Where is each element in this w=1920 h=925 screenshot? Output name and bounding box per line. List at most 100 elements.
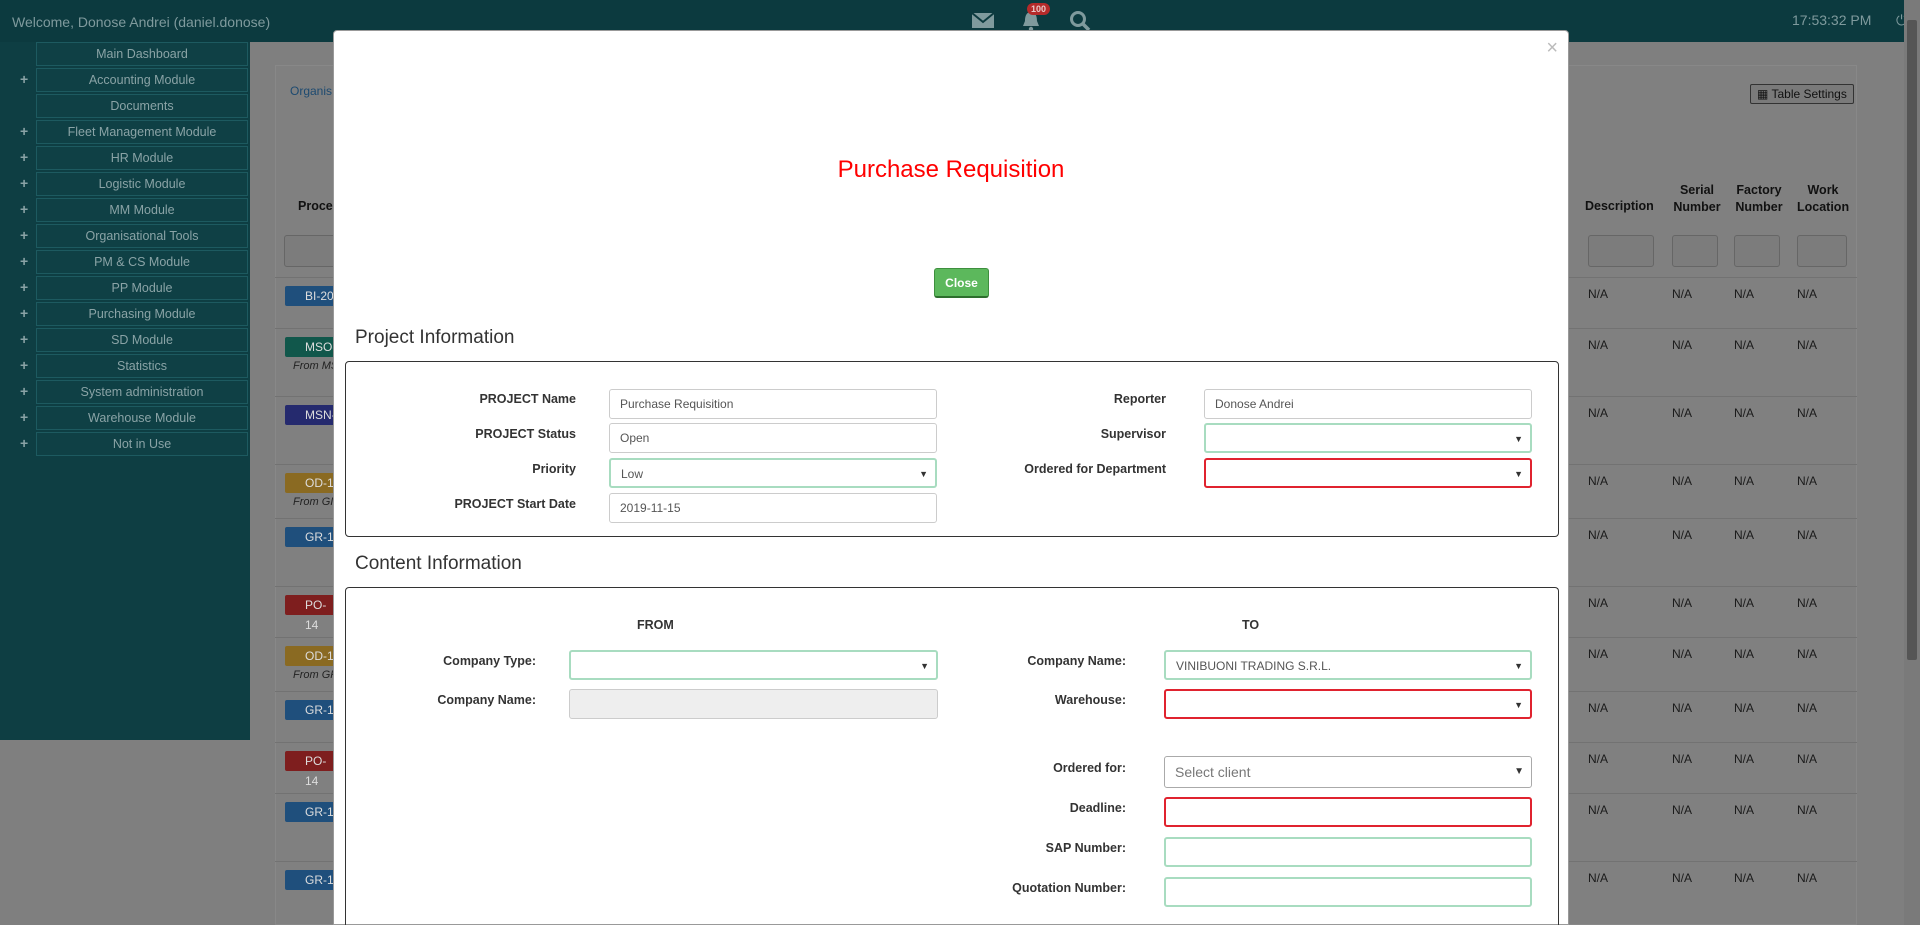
from-company-name-input[interactable] bbox=[569, 689, 938, 719]
filter-serial-number[interactable] bbox=[1672, 235, 1718, 267]
to-company-name-select[interactable]: VINIBUONI TRADING S.R.L. ▼ bbox=[1164, 650, 1532, 680]
process-tag[interactable]: GR-1 bbox=[285, 527, 337, 547]
project-status-label: PROJECT Status bbox=[475, 427, 576, 441]
table-settings-label: Table Settings bbox=[1771, 87, 1847, 101]
sidebar-item[interactable]: Not in Use bbox=[36, 432, 248, 456]
filter-work-location[interactable] bbox=[1797, 235, 1847, 267]
sidebar-item[interactable]: Fleet Management Module bbox=[36, 120, 248, 144]
project-name-input[interactable]: Purchase Requisition bbox=[609, 389, 937, 419]
sidebar-item[interactable]: Purchasing Module bbox=[36, 302, 248, 326]
project-status-input[interactable]: Open bbox=[609, 423, 937, 453]
process-tag[interactable]: MSN- bbox=[285, 405, 337, 425]
table-cell: N/A bbox=[1797, 647, 1818, 661]
expand-icon[interactable]: + bbox=[20, 305, 34, 321]
sidebar-item[interactable]: MM Module bbox=[36, 198, 248, 222]
sap-number-label: SAP Number: bbox=[1045, 841, 1126, 855]
table-cell: N/A bbox=[1588, 528, 1609, 542]
process-subtext: From GR bbox=[293, 669, 339, 681]
ordered-for-department-label: Ordered for Department bbox=[1024, 462, 1166, 476]
deadline-input[interactable] bbox=[1164, 797, 1532, 827]
sidebar-item[interactable]: Logistic Module bbox=[36, 172, 248, 196]
table-cell: N/A bbox=[1588, 871, 1609, 885]
ordered-for-department-select[interactable]: ▼ bbox=[1204, 458, 1532, 488]
sidebar-item[interactable]: System administration bbox=[36, 380, 248, 404]
table-cell: N/A bbox=[1588, 287, 1609, 301]
process-tag[interactable]: GR-1 bbox=[285, 870, 337, 890]
filter-description[interactable] bbox=[1588, 235, 1654, 267]
table-cell: N/A bbox=[1734, 596, 1755, 610]
expand-icon[interactable]: + bbox=[20, 383, 34, 399]
expand-icon[interactable]: + bbox=[20, 357, 34, 373]
table-cell: N/A bbox=[1588, 406, 1609, 420]
priority-select[interactable]: Low ▼ bbox=[609, 458, 937, 488]
ordered-for-label: Ordered for: bbox=[1053, 761, 1126, 775]
process-tag[interactable]: PO-14 bbox=[285, 595, 337, 632]
expand-icon[interactable]: + bbox=[20, 71, 34, 87]
project-information-fieldset: PROJECT Name Purchase Requisition PROJEC… bbox=[345, 361, 1559, 537]
project-information-title: Project Information bbox=[355, 327, 515, 348]
process-tag[interactable]: GR-1 bbox=[285, 802, 337, 822]
quotation-number-input[interactable] bbox=[1164, 877, 1532, 907]
sidebar-item[interactable]: SD Module bbox=[36, 328, 248, 352]
sidebar-item[interactable]: Documents bbox=[36, 94, 248, 118]
expand-icon[interactable]: + bbox=[20, 279, 34, 295]
expand-icon[interactable]: + bbox=[20, 149, 34, 165]
table-cell: N/A bbox=[1588, 647, 1609, 661]
sidebar-item[interactable]: Warehouse Module bbox=[36, 406, 248, 430]
expand-icon[interactable]: + bbox=[20, 331, 34, 347]
table-cell: N/A bbox=[1588, 803, 1609, 817]
table-cell: N/A bbox=[1797, 406, 1818, 420]
expand-icon[interactable]: + bbox=[20, 435, 34, 451]
process-tag[interactable]: GR-1 bbox=[285, 700, 337, 720]
sidebar-item[interactable]: PP Module bbox=[36, 276, 248, 300]
content-information-title: Content Information bbox=[355, 553, 522, 574]
expand-icon[interactable]: + bbox=[20, 227, 34, 243]
from-company-type-select[interactable]: ▼ bbox=[569, 650, 938, 680]
process-tag[interactable]: PO-14 bbox=[285, 751, 337, 788]
sidebar-item[interactable]: HR Module bbox=[36, 146, 248, 170]
table-cell: N/A bbox=[1797, 752, 1818, 766]
supervisor-select[interactable]: ▼ bbox=[1204, 423, 1532, 453]
sidebar-item[interactable]: Statistics bbox=[36, 354, 248, 378]
process-tag[interactable]: BI-20 bbox=[285, 286, 337, 306]
table-cell: N/A bbox=[1797, 871, 1818, 885]
from-header: FROM bbox=[637, 618, 674, 632]
table-cell: N/A bbox=[1734, 701, 1755, 715]
expand-icon[interactable]: + bbox=[20, 201, 34, 217]
sidebar-item[interactable]: Main Dashboard bbox=[36, 42, 248, 66]
supervisor-label: Supervisor bbox=[1100, 427, 1166, 441]
table-cell: N/A bbox=[1672, 338, 1693, 352]
page-scrollbar[interactable] bbox=[1904, 0, 1920, 925]
reporter-input[interactable]: Donose Andrei bbox=[1204, 389, 1532, 419]
breadcrumb[interactable]: Organis bbox=[290, 84, 332, 98]
search-icon[interactable] bbox=[1069, 10, 1093, 32]
column-header-serial-number: Serial Number bbox=[1672, 182, 1722, 216]
column-header-process: Proce bbox=[298, 199, 333, 213]
ordered-for-select[interactable]: Select client ▼ bbox=[1164, 756, 1532, 788]
chevron-down-icon: ▼ bbox=[1514, 661, 1523, 671]
filter-factory-number[interactable] bbox=[1734, 235, 1780, 267]
expand-icon[interactable]: + bbox=[20, 253, 34, 269]
sidebar-item[interactable]: PM & CS Module bbox=[36, 250, 248, 274]
table-settings-button[interactable]: ▦ Table Settings bbox=[1750, 84, 1854, 104]
warehouse-select[interactable]: ▼ bbox=[1164, 689, 1532, 719]
deadline-label: Deadline: bbox=[1069, 801, 1126, 815]
mail-icon[interactable] bbox=[971, 10, 995, 32]
close-button[interactable]: Close bbox=[934, 268, 989, 298]
quotation-number-label: Quotation Number: bbox=[1012, 881, 1126, 895]
sidebar-item[interactable]: Accounting Module bbox=[36, 68, 248, 92]
close-icon[interactable]: × bbox=[1546, 37, 1558, 60]
expand-icon[interactable]: + bbox=[20, 123, 34, 139]
process-tag[interactable]: MSO- bbox=[285, 337, 337, 357]
process-tag[interactable]: OD-1 bbox=[285, 473, 337, 493]
expand-icon[interactable]: + bbox=[20, 409, 34, 425]
sap-number-input[interactable] bbox=[1164, 837, 1532, 867]
table-cell: N/A bbox=[1672, 803, 1693, 817]
process-tag[interactable]: OD-1 bbox=[285, 646, 337, 666]
from-company-name-label: Company Name: bbox=[437, 693, 536, 707]
scrollbar-thumb[interactable] bbox=[1907, 20, 1917, 660]
project-start-date-input[interactable]: 2019-11-15 bbox=[609, 493, 937, 523]
welcome-text: Welcome, Donose Andrei (daniel.donose) bbox=[12, 14, 271, 30]
sidebar-item[interactable]: Organisational Tools bbox=[36, 224, 248, 248]
expand-icon[interactable]: + bbox=[20, 175, 34, 191]
